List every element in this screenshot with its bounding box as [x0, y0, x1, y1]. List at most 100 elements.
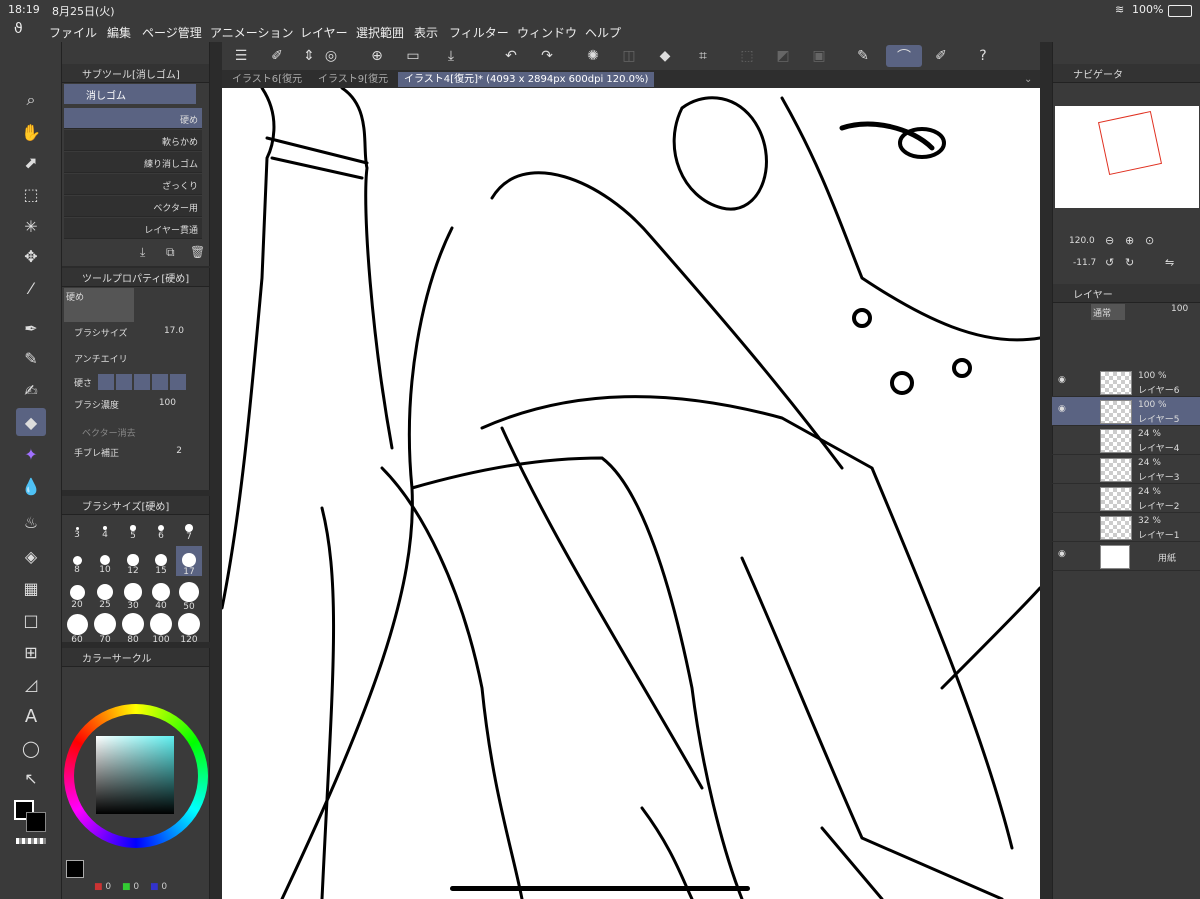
menu-file[interactable]: ファイル	[49, 24, 97, 41]
brush-size-option[interactable]: 7	[176, 514, 202, 544]
sub-color-swatch[interactable]	[26, 812, 46, 832]
eyedropper-icon[interactable]: ⁄	[16, 274, 46, 302]
menu-filter[interactable]: フィルター	[449, 24, 509, 41]
brush-icon[interactable]: ✍	[16, 376, 46, 404]
fill-icon[interactable]: ◈	[16, 542, 46, 570]
correct-line-icon[interactable]: ↖	[16, 764, 46, 792]
saturation-square[interactable]	[96, 736, 174, 814]
flip-icon[interactable]: ⇋	[1165, 256, 1174, 269]
brush-item[interactable]: 硬め	[64, 108, 202, 129]
brush-item[interactable]: レイヤー貫通	[64, 218, 202, 239]
blend-icon[interactable]: 💧	[16, 472, 46, 500]
download-icon[interactable]: ⤓	[140, 245, 145, 260]
object-select-icon[interactable]: ⬈	[16, 148, 46, 176]
rotation-value[interactable]: -11.7	[1073, 258, 1096, 268]
transform-icon[interactable]: ⌗	[692, 45, 714, 67]
brush-size-option[interactable]: 20	[64, 578, 90, 610]
figure-icon[interactable]: □	[16, 606, 46, 634]
frame-icon[interactable]: ⊞	[16, 638, 46, 666]
brush-item[interactable]: ざっくり	[64, 174, 202, 195]
layer-row[interactable]: ◉ 用紙	[1052, 542, 1200, 571]
brush-shortcut-icon[interactable]: ✐	[930, 45, 952, 67]
menu-view[interactable]: 表示	[414, 24, 438, 41]
layer-row[interactable]: ◉ 100 % レイヤー6	[1052, 368, 1200, 397]
density-value[interactable]: 100	[159, 398, 176, 408]
menu-page[interactable]: ページ管理	[142, 24, 202, 41]
quick-access-icon[interactable]: ✐	[266, 45, 288, 67]
menu-selection[interactable]: 選択範囲	[356, 24, 404, 41]
ruler-icon[interactable]: ◿	[16, 670, 46, 698]
navigator-viewport[interactable]	[1097, 110, 1163, 176]
brush-size-option[interactable]: 17	[176, 546, 202, 577]
zoom-in-icon[interactable]: ⊕	[1125, 234, 1134, 247]
balloon-icon[interactable]: ◯	[16, 734, 46, 762]
stabilizer-value[interactable]: 2	[176, 446, 182, 456]
brush-size-option[interactable]: 5	[120, 514, 146, 544]
brush-size-option[interactable]: 70	[92, 610, 118, 645]
menu-hamburger-icon[interactable]: ☰	[230, 45, 252, 67]
navigator-preview[interactable]	[1055, 106, 1199, 208]
trash-icon[interactable]: 🗑	[190, 245, 205, 259]
gradient-icon[interactable]: ▦	[16, 574, 46, 602]
brush-size-option[interactable]: 8	[64, 546, 90, 576]
eye-icon[interactable]: ◉	[1058, 375, 1066, 385]
clip-studio-icon[interactable]: ◎	[320, 45, 342, 67]
redo-icon[interactable]: ↷	[536, 45, 558, 67]
brush-size-option[interactable]: 100	[148, 610, 174, 645]
zoom-fit-icon[interactable]: ⊙	[1145, 234, 1154, 247]
color-mini-swatch[interactable]	[66, 860, 84, 878]
brush-size-option[interactable]: 30	[120, 578, 146, 611]
rotate-right-icon[interactable]: ↻	[1125, 256, 1134, 269]
brush-size-option[interactable]: 12	[120, 546, 146, 576]
hardness-row[interactable]: 硬さ	[74, 374, 202, 396]
duplicate-icon[interactable]: ⧉	[166, 245, 175, 260]
eraser-icon[interactable]: ◆	[16, 408, 46, 436]
brush-size-option[interactable]: 15	[148, 546, 174, 576]
opacity-value[interactable]: 100	[1171, 304, 1188, 314]
new-file-icon[interactable]: ⊕	[366, 45, 388, 67]
brush-item[interactable]: 練り消しゴム	[64, 152, 202, 173]
brush-size-option[interactable]: 50	[176, 578, 202, 612]
menu-animation[interactable]: アニメーション	[210, 24, 294, 41]
pencil-icon[interactable]: ✎	[16, 344, 46, 372]
layer-row[interactable]: ◉ 100 % レイヤー5	[1052, 397, 1200, 426]
marquee-icon[interactable]: ⬚	[16, 180, 46, 208]
menu-help[interactable]: ヘルプ	[585, 24, 621, 41]
menu-edit[interactable]: 編集	[107, 24, 131, 41]
hand-icon[interactable]: ✋	[16, 118, 46, 146]
magic-wand-icon[interactable]: ✳	[16, 212, 46, 240]
brush-size-option[interactable]: 6	[148, 514, 174, 544]
zoom-out-icon[interactable]: ⊖	[1105, 234, 1114, 247]
menu-window[interactable]: ウィンドウ	[517, 24, 577, 41]
tab-illust9[interactable]: イラスト9[復元	[312, 72, 394, 87]
transparent-color-icon[interactable]	[16, 838, 46, 844]
pen-shortcut-icon[interactable]: ✎	[852, 45, 874, 67]
antialias-row[interactable]: アンチエイリ	[74, 352, 202, 372]
vector-erase-row[interactable]: ベクター消去	[74, 426, 202, 446]
help-icon[interactable]: ?	[972, 45, 994, 67]
stabilizer-row[interactable]: 手ブレ補正 2	[74, 446, 202, 466]
eraser-shortcut-icon[interactable]: ⌒	[886, 45, 922, 67]
airbrush-icon[interactable]: ♨	[16, 508, 46, 536]
loading-icon[interactable]: ✺	[582, 45, 604, 67]
drawing-canvas[interactable]	[222, 88, 1040, 899]
eye-icon[interactable]: ◉	[1058, 549, 1066, 559]
app-logo-icon[interactable]: ϑ	[14, 21, 23, 37]
brush-item[interactable]: ベクター用	[64, 196, 202, 217]
rotate-left-icon[interactable]: ↺	[1105, 256, 1114, 269]
subtool-group-eraser[interactable]: 消しゴム	[64, 84, 196, 104]
brush-size-option[interactable]: 3	[64, 514, 90, 544]
text-icon[interactable]: A	[16, 702, 46, 730]
move-icon[interactable]: ✥	[16, 242, 46, 270]
undo-icon[interactable]: ↶	[500, 45, 522, 67]
brush-item[interactable]: 軟らかめ	[64, 130, 202, 151]
brush-size-option[interactable]: 60	[64, 610, 90, 645]
eye-icon[interactable]: ◉	[1058, 404, 1066, 414]
layer-row[interactable]: 32 % レイヤー1	[1052, 513, 1200, 542]
tab-illust6[interactable]: イラスト6[復元	[226, 72, 308, 87]
zoom-value[interactable]: 120.0	[1069, 236, 1095, 246]
hardness-slider[interactable]	[98, 374, 186, 390]
zoom-icon[interactable]: ⌕	[16, 86, 46, 114]
brush-size-option[interactable]: 10	[92, 546, 118, 576]
layer-row[interactable]: 24 % レイヤー2	[1052, 484, 1200, 513]
